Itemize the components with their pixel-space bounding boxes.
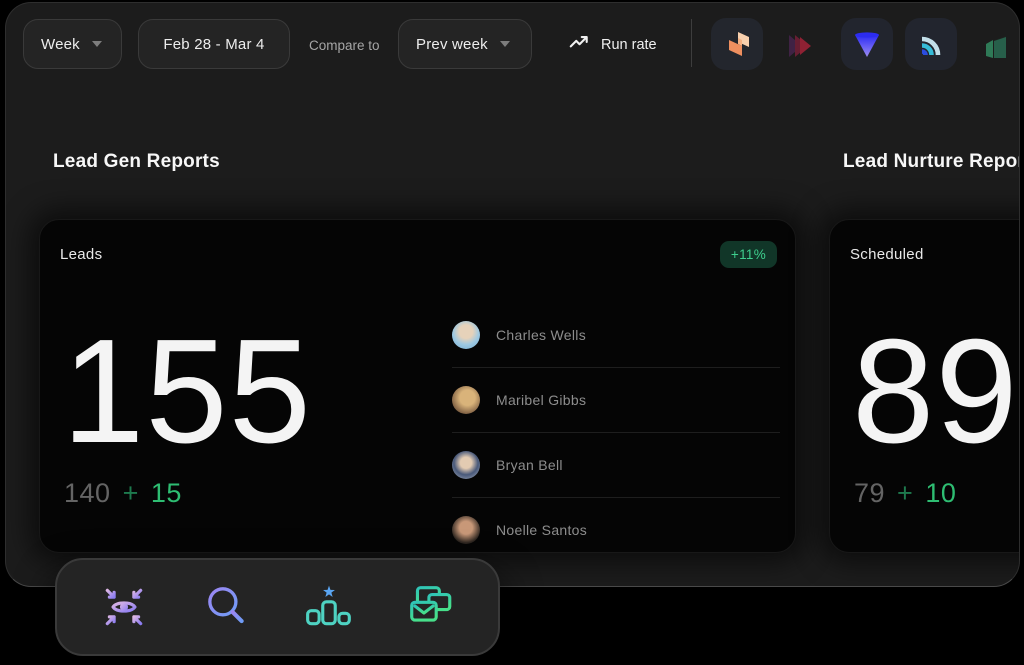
leads-previous-value: 140 (64, 478, 111, 509)
chevron-down-icon (500, 41, 510, 47)
leads-value: 155 (62, 318, 312, 466)
person-name: Bryan Bell (496, 457, 563, 473)
leads-card[interactable]: Leads +11% 155 140 + 15 Charles Wells Ma… (39, 219, 796, 553)
avatar (452, 451, 480, 479)
app-window: Week Feb 28 - Mar 4 Compare to Prev week… (5, 2, 1020, 587)
date-range-label: Feb 28 - Mar 4 (163, 36, 264, 53)
run-rate-label: Run rate (601, 37, 657, 53)
date-range-button[interactable]: Feb 28 - Mar 4 (138, 19, 290, 69)
period-selector-label: Week (41, 36, 80, 53)
chevron-down-icon (92, 41, 102, 47)
scheduled-delta-value: 10 (925, 478, 956, 509)
compare-to-label: Compare to (309, 38, 380, 53)
app-funnel-logo[interactable] (841, 18, 893, 70)
leads-card-title: Leads (60, 246, 102, 263)
compare-selector[interactable]: Prev week (398, 19, 532, 69)
trending-up-icon (568, 31, 590, 58)
dashboard-screen: Week Feb 28 - Mar 4 Compare to Prev week… (0, 0, 1024, 665)
blocks-logo-icon (720, 27, 754, 61)
toolbar-divider (691, 19, 692, 67)
person-name: Charles Wells (496, 327, 586, 343)
arc-logo-icon (913, 26, 949, 62)
list-item[interactable]: Bryan Bell (452, 432, 780, 497)
leads-delta-value: 15 (151, 478, 182, 509)
steps-logo-icon (983, 34, 1013, 60)
list-item[interactable]: Noelle Santos (452, 497, 780, 562)
mail-cards-button[interactable] (405, 581, 457, 633)
run-rate-button[interactable]: Run rate (568, 31, 657, 58)
app-steps-logo[interactable] (983, 34, 1013, 65)
layered-arrow-logo-icon (787, 33, 817, 59)
plus-sign: + (897, 478, 913, 509)
search-stats-button[interactable] (200, 581, 252, 633)
leads-change-badge: +11% (720, 241, 777, 268)
person-name: Maribel Gibbs (496, 392, 586, 408)
leaderboard-button[interactable] (303, 581, 355, 633)
leads-delta-row: 140 + 15 (64, 478, 182, 509)
list-item[interactable]: Maribel Gibbs (452, 367, 780, 432)
floating-action-bar (55, 558, 500, 656)
scheduled-delta-row: 79 + 10 (854, 478, 956, 509)
scheduled-previous-value: 79 (854, 478, 885, 509)
mail-cards-icon (406, 582, 456, 632)
focus-eye-icon (99, 582, 149, 632)
focus-view-button[interactable] (98, 581, 150, 633)
person-name: Noelle Santos (496, 522, 587, 538)
avatar (452, 321, 480, 349)
app-blocks-logo[interactable] (711, 18, 763, 70)
section-title-lead-gen: Lead Gen Reports (53, 151, 220, 173)
period-selector[interactable]: Week (23, 19, 122, 69)
funnel-logo-icon (849, 26, 885, 62)
scheduled-card[interactable]: Scheduled 89 79 + 10 (829, 219, 1020, 553)
app-arc-logo[interactable] (905, 18, 957, 70)
list-item[interactable]: Charles Wells (452, 302, 780, 367)
section-title-lead-nurture: Lead Nurture Reports (843, 151, 1020, 173)
leads-people-list: Charles Wells Maribel Gibbs Bryan Bell N… (452, 302, 780, 562)
search-stats-icon (201, 582, 251, 632)
avatar (452, 386, 480, 414)
plus-sign: + (123, 478, 139, 509)
scheduled-card-title: Scheduled (850, 246, 924, 263)
leaderboard-star-icon (304, 582, 354, 632)
compare-selector-label: Prev week (416, 36, 488, 53)
scheduled-value: 89 (852, 318, 1019, 466)
avatar (452, 516, 480, 544)
app-layered-arrow-logo[interactable] (787, 33, 817, 64)
